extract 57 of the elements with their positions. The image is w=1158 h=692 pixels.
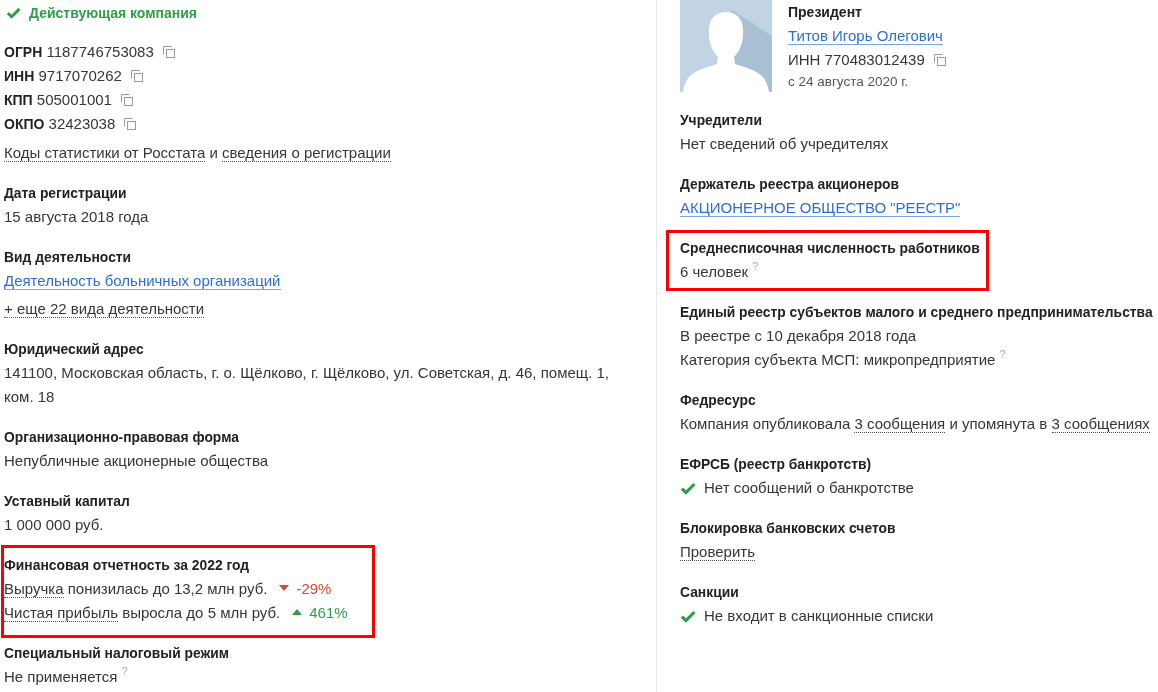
section-title: Юридический адрес — [4, 340, 145, 359]
value-text: Нет сведений об учредителях — [680, 135, 889, 152]
value-text: Категория субъекта МСП: микропредприятие — [680, 351, 996, 368]
link[interactable]: Деятельность больничных организаций — [4, 272, 281, 290]
copy-icon[interactable] — [933, 54, 946, 66]
section-title: Специальный налоговый режим — [4, 644, 231, 663]
value-text: 141100, Московская область, г. о. Щёлково, г. Щёлково, ул. Советская, д. 46, помещ. 1, ком. 18 — [4, 364, 609, 405]
dotted-link[interactable]: + еще 22 вида деятельности — [4, 300, 205, 318]
copy-icon[interactable] — [124, 118, 137, 130]
identifier-text: КПП 505001001 — [4, 90, 112, 110]
section-title: Организационно-правовая форма — [4, 428, 240, 447]
copy-icon[interactable] — [120, 94, 133, 106]
dotted-link[interactable]: Проверить — [680, 543, 755, 561]
dotted-link[interactable]: Выручка — [4, 580, 64, 598]
identifier-text: ОКПО 32423038 — [4, 114, 116, 134]
identifier-text: ИНН 770483012439 — [788, 50, 925, 70]
identifier-text: ОГРН 1187746753083 — [4, 42, 154, 62]
section-title: Федресурс — [680, 391, 757, 410]
change-percent: -29% — [296, 580, 332, 597]
link[interactable]: АКЦИОНЕРНОЕ ОБЩЕСТВО "РЕЕСТР" — [680, 199, 961, 217]
info-text: Выручка понизилась до 13,2 млн руб. — [4, 580, 268, 598]
value-text: Непубличные акционерные общества — [4, 452, 269, 469]
link[interactable]: Титов Игорь Олегович — [788, 27, 943, 45]
role-title: Президент — [788, 3, 863, 22]
value-text: 6 человек — [680, 263, 749, 280]
copy-icon[interactable] — [162, 46, 175, 58]
value-text: 15 августа 2018 года — [4, 208, 149, 225]
dotted-link[interactable]: сведения о регистрации — [222, 144, 391, 162]
section-title: Вид деятельности — [4, 248, 133, 267]
dotted-link[interactable]: Коды статистики от Росстата — [4, 144, 206, 162]
dotted-link[interactable]: Чистая прибыль — [4, 604, 118, 622]
section-title: Санкции — [680, 583, 740, 602]
info-text: Чистая прибыль выросла до 5 млн руб. — [4, 604, 281, 622]
dotted-link[interactable]: 3 сообщения — [854, 415, 946, 433]
value-text: 1 000 000 руб. — [4, 516, 104, 533]
status-text: Действующая компания — [29, 4, 198, 23]
date-text: с 24 августа 2020 г. — [788, 73, 910, 91]
section-title: Дата регистрации — [4, 184, 128, 203]
section-title: Единый реестр субъектов малого и среднего предпринимательства — [680, 303, 1154, 322]
check-icon — [6, 7, 21, 19]
section-title: Учредители — [680, 111, 763, 130]
value-text: Нет сообщений о банкротстве — [704, 478, 914, 498]
copy-icon[interactable] — [130, 70, 143, 82]
section-title: Держатель реестра акционеров — [680, 175, 901, 194]
dotted-link[interactable]: 3 сообщениях — [1051, 415, 1150, 433]
value-text: Не входит в санкционные списки — [704, 606, 934, 626]
section-title: Блокировка банковских счетов — [680, 519, 897, 538]
change-percent: 461% — [309, 604, 348, 621]
section-title: Уставный капитал — [4, 492, 131, 511]
section-title: Финансовая отчетность за 2022 год — [4, 556, 251, 575]
value-text: В реестре с 10 декабря 2018 года — [680, 327, 917, 344]
identifier-text: ИНН 9717070262 — [4, 66, 122, 86]
section-title: Среднесписочная численность работников — [680, 239, 980, 258]
value-text: Не применяется — [4, 668, 118, 685]
info-text: Компания опубликовала 3 сообщения и упомянута в 3 сообщениях — [680, 415, 1150, 433]
info-text: Коды статистики от Росстата и сведения о регистрации — [4, 144, 391, 162]
section-title: ЕФРСБ (реестр банкротств) — [680, 455, 873, 474]
